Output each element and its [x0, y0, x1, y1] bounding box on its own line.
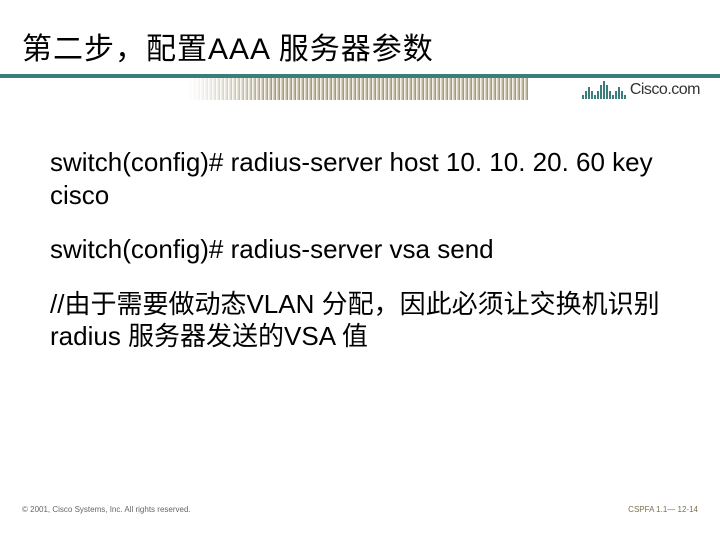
header-pattern — [188, 78, 528, 100]
content-line-3: //由于需要做动态VLAN 分配，因此必须让交换机识别radius 服务器发送的… — [50, 288, 680, 353]
cisco-bars-icon — [582, 81, 626, 99]
content-line-1: switch(config)# radius-server host 10. 1… — [50, 146, 680, 211]
footer-copyright: © 2001, Cisco Systems, Inc. All rights r… — [22, 505, 191, 514]
footer-page-ref: CSPFA 1.1— 12-14 — [628, 505, 698, 514]
slide-title: 第二步，配置AAA 服务器参数 — [22, 24, 434, 68]
logo-text: Cisco.com — [630, 81, 700, 99]
cisco-logo: Cisco.com — [540, 76, 700, 104]
content-line-2: switch(config)# radius-server vsa send — [50, 233, 680, 266]
slide-content: switch(config)# radius-server host 10. 1… — [50, 146, 680, 375]
slide: 第二步，配置AAA 服务器参数 Cisco.com switch(config)… — [0, 0, 720, 540]
